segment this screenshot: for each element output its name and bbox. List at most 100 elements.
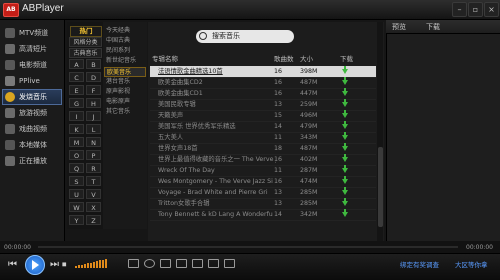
download-icon[interactable]: [342, 69, 348, 74]
nav-item-pplive[interactable]: PPlive: [3, 74, 61, 88]
next-button[interactable]: ⏭: [50, 259, 59, 271]
album-name[interactable]: Tritton女歌手合辑: [158, 198, 276, 209]
fullscreen-icon[interactable]: [160, 259, 171, 268]
download-icon[interactable]: [342, 212, 348, 217]
style-category[interactable]: 风格分类: [69, 37, 102, 47]
download-icon[interactable]: [342, 113, 348, 118]
play-button[interactable]: [25, 255, 45, 275]
nav-item-mtv[interactable]: MTV频道: [3, 26, 61, 40]
download-icon[interactable]: [342, 168, 348, 173]
header-count[interactable]: 歌曲数: [274, 53, 294, 63]
seek-bar[interactable]: [38, 246, 458, 248]
album-name[interactable]: 五大美人: [158, 132, 276, 143]
album-name[interactable]: 天籁美声: [158, 110, 276, 121]
letter-filter-a[interactable]: A: [69, 59, 84, 69]
letter-filter-s[interactable]: S: [69, 176, 84, 186]
letter-filter-q[interactable]: Q: [69, 163, 84, 173]
subcat-item[interactable]: 电影原声: [104, 97, 146, 107]
album-name[interactable]: 欧美金曲集CD1: [158, 88, 276, 99]
download-icon[interactable]: [342, 91, 348, 96]
nav-item-nowplaying[interactable]: 正在播放: [3, 154, 61, 168]
subcat-item[interactable]: 新世纪音乐: [104, 56, 146, 66]
letter-filter-j[interactable]: J: [86, 111, 101, 121]
letter-filter-z[interactable]: Z: [86, 215, 101, 225]
table-row[interactable]: Tony Bennett & kD Lang A Wonderfu 14 342M: [150, 209, 376, 221]
letter-filter-t[interactable]: T: [86, 176, 101, 186]
letter-filter-v[interactable]: V: [86, 189, 101, 199]
album-name[interactable]: Voyage - Brad White and Pierre Gri: [158, 187, 276, 198]
letter-filter-u[interactable]: U: [69, 189, 84, 199]
nav-item-movie[interactable]: 电影频道: [3, 58, 61, 72]
classical-category[interactable]: 古典音乐: [69, 48, 102, 58]
download-icon[interactable]: [342, 201, 348, 206]
letter-filter-b[interactable]: B: [86, 59, 101, 69]
letter-filter-c[interactable]: C: [69, 72, 84, 82]
download-icon[interactable]: [342, 179, 348, 184]
download-icon[interactable]: [342, 157, 348, 162]
album-name[interactable]: 欧美金曲集CD2: [158, 77, 276, 88]
subcat-item[interactable]: 中国古典: [104, 36, 146, 46]
letter-filter-f[interactable]: F: [86, 85, 101, 95]
download-icon[interactable]: [342, 190, 348, 195]
letter-filter-g[interactable]: G: [69, 98, 84, 108]
download-icon[interactable]: [342, 80, 348, 85]
repeat-icon[interactable]: [208, 259, 219, 268]
subcat-item[interactable]: 其它音乐: [104, 107, 146, 117]
letter-filter-i[interactable]: I: [69, 111, 84, 121]
album-name[interactable]: Wreck Of The Day: [158, 165, 276, 176]
letter-filter-m[interactable]: M: [69, 137, 84, 147]
letter-filter-e[interactable]: E: [69, 85, 84, 95]
screen-icon[interactable]: [128, 259, 139, 268]
letter-filter-w[interactable]: W: [69, 202, 84, 212]
header-size[interactable]: 大小: [300, 53, 313, 63]
prev-button[interactable]: ⏮: [8, 259, 17, 271]
subcat-item[interactable]: 港台音乐: [104, 77, 146, 87]
snapshot-icon[interactable]: [176, 259, 187, 268]
scroll-thumb[interactable]: [378, 147, 383, 227]
volume-slider[interactable]: [75, 258, 111, 268]
subcat-item[interactable]: 民间系列: [104, 46, 146, 56]
tab-download[interactable]: 下载: [426, 22, 440, 32]
nav-item-music[interactable]: 发烧音乐: [2, 89, 62, 105]
letter-filter-p[interactable]: P: [86, 150, 101, 160]
letter-filter-k[interactable]: K: [69, 124, 84, 134]
letter-filter-y[interactable]: Y: [69, 215, 84, 225]
search-input[interactable]: 搜索音乐: [212, 31, 240, 41]
stop-button[interactable]: ⏹: [62, 259, 67, 271]
survey-link[interactable]: 绑定有奖调查: [400, 259, 439, 269]
prize-link[interactable]: 大区等你拿: [455, 259, 488, 269]
download-icon[interactable]: [342, 146, 348, 151]
hot-filter[interactable]: 热门: [70, 26, 102, 37]
album-name[interactable]: 世界女声18首: [158, 143, 276, 154]
letter-filter-d[interactable]: D: [86, 72, 101, 82]
album-name[interactable]: Tony Bennett & kD Lang A Wonderfu: [158, 209, 276, 220]
letter-filter-r[interactable]: R: [86, 163, 101, 173]
settings-icon[interactable]: [144, 259, 155, 268]
close-button[interactable]: ×: [484, 2, 499, 17]
maximize-button[interactable]: ▫: [468, 2, 483, 17]
header-name[interactable]: 专辑名称: [152, 53, 178, 63]
download-icon[interactable]: [342, 102, 348, 107]
window-icon[interactable]: [192, 259, 203, 268]
album-name[interactable]: 美国军乐 世界优秀军乐精选: [158, 121, 276, 132]
minimize-button[interactable]: –: [452, 2, 467, 17]
nav-item-opera[interactable]: 戏曲视频: [3, 122, 61, 136]
subcat-item-active[interactable]: 欧美音乐: [104, 67, 146, 77]
letter-filter-h[interactable]: H: [86, 98, 101, 108]
album-name[interactable]: 美国民歌专辑: [158, 99, 276, 110]
download-icon[interactable]: [342, 135, 348, 140]
letter-filter-n[interactable]: N: [86, 137, 101, 147]
album-name[interactable]: Wes Montgomery - The Verve Jazz Si: [158, 176, 276, 187]
nav-item-hd[interactable]: 高清短片: [3, 42, 61, 56]
letter-filter-x[interactable]: X: [86, 202, 101, 212]
letter-filter-l[interactable]: L: [86, 124, 101, 134]
album-name[interactable]: 世界上最值得收藏的音乐之一 The Verve Jazz Si DS: [158, 154, 276, 165]
header-download[interactable]: 下载: [340, 53, 353, 63]
nav-item-local[interactable]: 本地媒体: [3, 138, 61, 152]
album-name[interactable]: 法语情歌金曲精选10首: [158, 66, 276, 77]
shuffle-icon[interactable]: [224, 259, 235, 268]
subcat-item[interactable]: 原声影视: [104, 87, 146, 97]
tab-preview[interactable]: 预览: [392, 22, 406, 32]
nav-item-travel[interactable]: 旅游视频: [3, 106, 61, 120]
search-box[interactable]: 搜索音乐: [196, 30, 294, 43]
